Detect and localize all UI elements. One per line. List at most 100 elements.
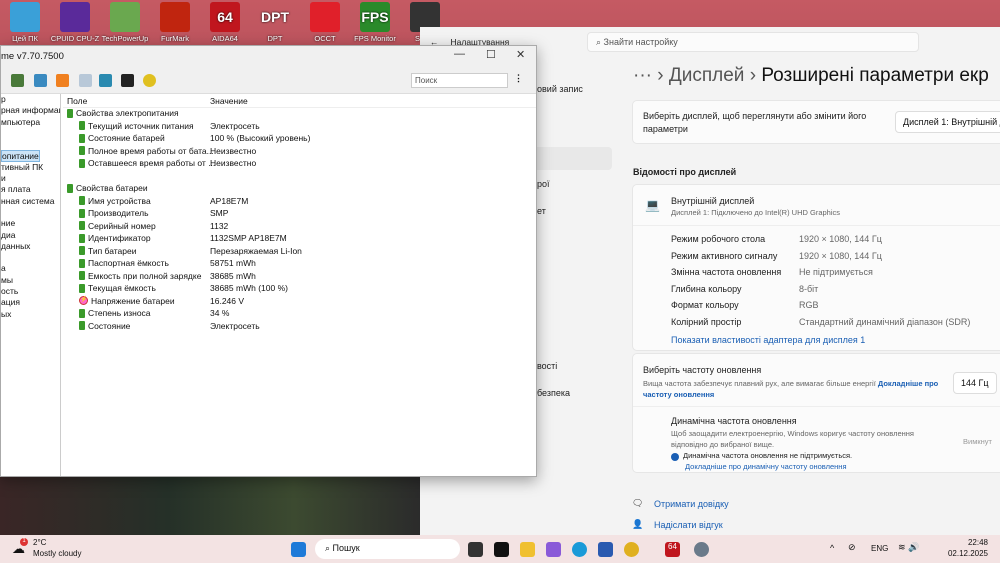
sidebar-item-network[interactable]: ет [537, 206, 546, 216]
desktop-icon[interactable]: 64 AIDA64 [200, 2, 250, 43]
maximize-button[interactable]: ☐ [486, 48, 496, 61]
language-indicator[interactable]: ENG [871, 544, 888, 553]
table-row[interactable]: Полное время работы от бата... Неизвестно [63, 146, 536, 159]
table-row[interactable]: Степень износа 34 % [63, 308, 536, 321]
table-row[interactable]: ⚡ Напряжение батареи 16.246 V [63, 296, 536, 309]
column-field[interactable]: Поле [67, 96, 87, 106]
sidebar-selected-item[interactable] [530, 147, 612, 170]
battery-icon [79, 133, 85, 143]
start-icon[interactable] [291, 542, 306, 557]
section-header[interactable]: Свойства батареи [63, 183, 536, 196]
user-icon[interactable] [99, 74, 112, 87]
dynamic-refresh-toggle[interactable]: Вимкнут [963, 437, 992, 446]
file-explorer-icon[interactable] [520, 542, 535, 557]
settings-search-input[interactable]: ⌕ Знайти настройку [587, 32, 919, 52]
chevron-up-icon[interactable]: ^ [830, 543, 834, 553]
desktop-icon[interactable]: TechPowerUp [100, 2, 150, 43]
list-header: Поле Значение [63, 94, 536, 108]
sidebar-item-account[interactable]: овий запис [537, 84, 583, 94]
refresh-rate-dropdown[interactable]: 144 Гц [953, 372, 997, 394]
tree-item-label: ация [1, 297, 20, 308]
more-menu-icon[interactable]: ⋮ [514, 73, 523, 84]
clock-time[interactable]: 22:48 [942, 538, 988, 547]
flame-icon[interactable] [56, 74, 69, 87]
table-row[interactable]: Имя устройства AP18E7M [63, 196, 536, 209]
table-row[interactable]: Производитель SMP [63, 208, 536, 221]
breadcrumb-display[interactable]: Дисплей [669, 65, 745, 86]
settings-gear-icon[interactable] [694, 542, 709, 557]
desktop-icon-label: FurMark [161, 34, 189, 43]
tree-item[interactable] [1, 128, 60, 139]
memory-icon[interactable] [11, 74, 24, 87]
tree-item[interactable]: ние [1, 218, 60, 229]
table-row[interactable]: Состояние Электросеть [63, 321, 536, 334]
osd-icon[interactable] [121, 74, 134, 87]
desktop-icon-label: TechPowerUp [101, 34, 149, 43]
desktop-icon[interactable]: FPS FPS Monitor [350, 2, 400, 43]
wifi-icon[interactable]: ≋ 🔊 [898, 542, 919, 553]
close-button[interactable]: ✕ [516, 48, 525, 61]
table-row[interactable]: Текущий источник питания Электросеть [63, 121, 536, 134]
adapter-properties-link[interactable]: Показати властивості адаптера для диспле… [671, 335, 865, 345]
table-row[interactable]: Емкость при полной зарядке 38685 mWh [63, 271, 536, 284]
weather-temp[interactable]: 2°C [33, 538, 46, 547]
tree-item[interactable]: и [1, 173, 60, 184]
desktop-icon[interactable]: CPUID CPU-Z [50, 2, 100, 43]
aida64-taskbar-icon[interactable]: 64 [665, 542, 680, 557]
tree-item[interactable]: ость [1, 286, 60, 297]
table-row[interactable]: Оставшееся время работы от ... Неизвестно [63, 158, 536, 171]
report-icon[interactable] [79, 74, 92, 87]
tree-item[interactable]: р [1, 94, 60, 105]
table-row[interactable]: Паспортная ёмкость 58751 mWh [63, 258, 536, 271]
sidebar-item-accessibility[interactable]: вості [537, 361, 557, 371]
tree-item[interactable]: а [1, 263, 60, 274]
taskbar-search[interactable]: ⌕ Пошук [315, 539, 460, 559]
tree-item[interactable]: опитание [1, 150, 60, 163]
clock-date[interactable]: 02.12.2025 [942, 549, 988, 558]
table-row[interactable]: Идентификатор 1132SMP AP18E7M [63, 233, 536, 246]
tree-item[interactable]: рная информац [1, 105, 60, 116]
store-icon[interactable] [598, 542, 613, 557]
sidebar-item-devices[interactable]: рої [537, 179, 550, 189]
tree-item[interactable] [1, 252, 60, 263]
display-dropdown[interactable]: Дисплей 1: Внутрішній д [895, 111, 1000, 133]
breadcrumb-more[interactable]: ··· [633, 65, 652, 86]
tree-item[interactable]: диа [1, 230, 60, 241]
chrome-icon[interactable] [624, 542, 639, 557]
edge-icon[interactable] [572, 542, 587, 557]
tree-item[interactable] [1, 207, 60, 218]
weather-desc[interactable]: Mostly cloudy [33, 549, 81, 558]
table-row[interactable]: Состояние батарей 100 % (Высокий уровень) [63, 133, 536, 146]
send-feedback-link[interactable]: Надіслати відгук [654, 520, 723, 530]
desktop-icon[interactable]: DPT DPT [250, 2, 300, 43]
tree-item[interactable]: тивный ПК [1, 162, 60, 173]
tree-item[interactable]: нная система [1, 196, 60, 207]
copilot-icon[interactable] [546, 542, 561, 557]
notifications-off-icon[interactable]: ⊘ [848, 542, 856, 553]
network-icon[interactable] [34, 74, 47, 87]
sidebar-item-privacy[interactable]: безпека [537, 388, 570, 398]
tree-item[interactable]: мы [1, 275, 60, 286]
table-row[interactable]: Тип батареи Перезаряжаемая Li-Ion [63, 246, 536, 259]
desktop-icon[interactable]: OCCT [300, 2, 350, 43]
tree-item[interactable]: ация [1, 297, 60, 308]
column-value[interactable]: Значение [210, 96, 248, 106]
minimize-button[interactable]: — [454, 48, 465, 60]
tree-item[interactable] [1, 139, 60, 150]
section-header[interactable]: Свойства электропитания [63, 108, 536, 121]
get-help-link[interactable]: Отримати довідку [654, 499, 729, 509]
gauge-icon[interactable] [143, 74, 156, 87]
dynamic-refresh-link[interactable]: Докладніше про динамічну частоту оновлен… [685, 462, 847, 471]
spacer-row [63, 171, 536, 184]
table-row[interactable]: Текущая ёмкость 38685 mWh (100 %) [63, 283, 536, 296]
tree-item[interactable]: ых [1, 309, 60, 320]
task-view-icon[interactable] [468, 542, 483, 557]
tree-item[interactable]: мпьютера [1, 117, 60, 128]
desktop-icon[interactable]: FurMark [150, 2, 200, 43]
app-icon[interactable] [494, 542, 509, 557]
tree-item[interactable]: я плата [1, 184, 60, 195]
aida-search-input[interactable]: Поиск [411, 73, 508, 88]
tree-item[interactable]: данных [1, 241, 60, 252]
table-row[interactable]: Серийный номер 1132 [63, 221, 536, 234]
desktop-icon[interactable]: Цей ПК [0, 2, 50, 43]
